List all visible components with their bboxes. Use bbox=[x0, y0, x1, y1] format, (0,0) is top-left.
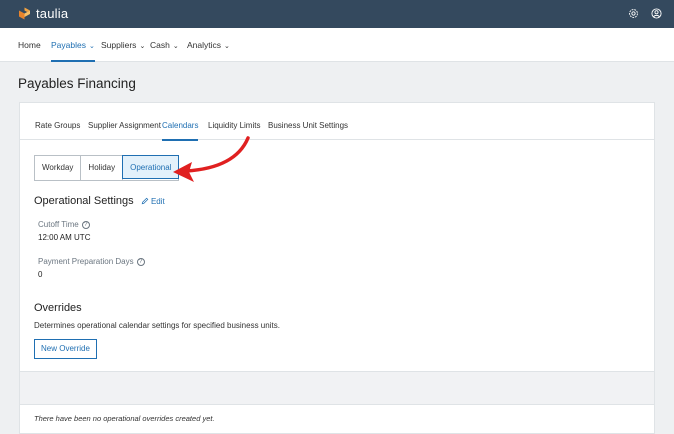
nav-payables[interactable]: Payables ⌄ bbox=[51, 28, 95, 62]
main-nav: Home Payables ⌄ Suppliers ⌄ Cash ⌄ Analytic… bbox=[0, 28, 674, 62]
nav-home[interactable]: Home bbox=[18, 28, 41, 62]
operational-settings-title: Operational Settings bbox=[34, 195, 134, 207]
payment-prep-days-label-text: Payment Preparation Days bbox=[38, 257, 134, 266]
overrides-table-header bbox=[20, 371, 654, 405]
payment-prep-days-value: 0 bbox=[38, 270, 43, 279]
edit-link[interactable]: Edit bbox=[141, 197, 165, 206]
top-bar: taulia bbox=[0, 0, 674, 28]
chevron-down-icon: ⌄ bbox=[224, 43, 230, 50]
new-override-button[interactable]: New Override bbox=[34, 339, 97, 359]
nav-cash-label: Cash bbox=[150, 40, 170, 50]
taulia-logo[interactable]: taulia bbox=[18, 6, 68, 21]
taulia-logo-icon bbox=[19, 7, 30, 20]
cutoff-time-label: Cutoff Time ? bbox=[38, 220, 90, 229]
chevron-down-icon: ⌄ bbox=[139, 43, 146, 50]
operational-settings-header: Operational Settings Edit bbox=[34, 195, 165, 207]
cutoff-time-value: 12:00 AM UTC bbox=[38, 233, 91, 242]
tab-supplier-assignment[interactable]: Supplier Assignment bbox=[88, 103, 161, 140]
nav-suppliers[interactable]: Suppliers ⌄ bbox=[101, 28, 145, 62]
overrides-empty-message: There have been no operational overrides… bbox=[34, 414, 215, 423]
overrides-description: Determines operational calendar settings… bbox=[34, 321, 280, 330]
settings-icon[interactable] bbox=[628, 8, 639, 19]
help-icon[interactable]: ? bbox=[81, 220, 90, 229]
pencil-icon bbox=[141, 197, 149, 205]
calendar-type-holiday[interactable]: Holiday bbox=[81, 156, 124, 180]
settings-tabs: Rate Groups Supplier Assignment Calendar… bbox=[20, 103, 654, 141]
overrides-title: Overrides bbox=[34, 302, 82, 314]
brand-name: taulia bbox=[36, 6, 69, 21]
chevron-down-icon: ⌄ bbox=[172, 43, 179, 50]
calendars-card: Rate Groups Supplier Assignment Calendar… bbox=[19, 102, 655, 434]
nav-payables-label: Payables bbox=[51, 40, 86, 50]
nav-cash[interactable]: Cash ⌄ bbox=[150, 28, 179, 62]
calendar-type-workday[interactable]: Workday bbox=[35, 156, 82, 180]
tab-rate-groups[interactable]: Rate Groups bbox=[35, 103, 80, 140]
tab-business-unit-settings[interactable]: Business Unit Settings bbox=[268, 103, 348, 140]
chevron-down-icon: ⌄ bbox=[88, 43, 95, 50]
help-icon[interactable]: ? bbox=[136, 257, 145, 266]
user-icon[interactable] bbox=[651, 8, 662, 19]
calendar-type-toggle: Workday Holiday Operational bbox=[34, 155, 180, 181]
payment-prep-days-label: Payment Preparation Days ? bbox=[38, 257, 145, 266]
nav-suppliers-label: Suppliers bbox=[101, 40, 137, 50]
edit-label: Edit bbox=[150, 197, 165, 206]
nav-analytics-label: Analytics bbox=[187, 40, 222, 50]
nav-analytics[interactable]: Analytics ⌄ bbox=[187, 28, 230, 62]
nav-home-label: Home bbox=[18, 40, 41, 50]
cutoff-time-label-text: Cutoff Time bbox=[38, 220, 79, 229]
annotation-arrow-icon bbox=[173, 136, 250, 182]
page-title: Payables Financing bbox=[18, 76, 136, 91]
